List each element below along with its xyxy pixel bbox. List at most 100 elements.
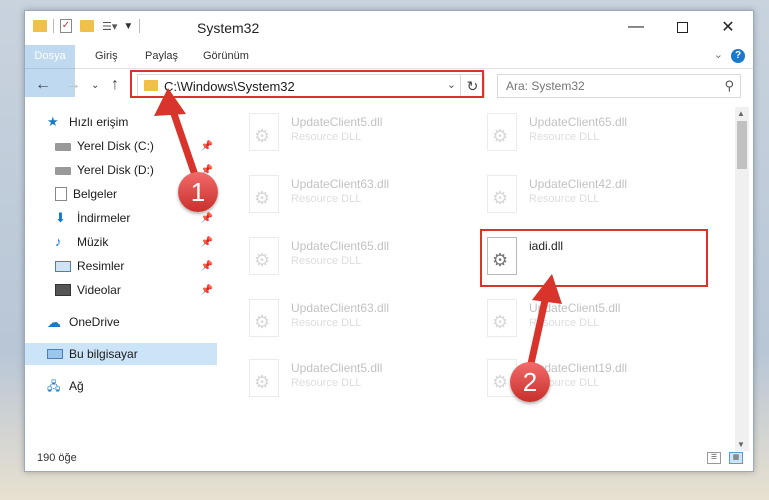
- file-item[interactable]: UpdateClient65.dll Resource DLL: [479, 107, 699, 159]
- maximize-button[interactable]: [659, 11, 705, 43]
- nav-item-quick-access[interactable]: ★ Hızlı erişim: [25, 111, 217, 133]
- file-name: UpdateClient65.dll: [291, 239, 390, 253]
- dll-file-icon: [249, 175, 279, 213]
- drive-icon: [55, 167, 71, 175]
- nav-item-music[interactable]: ♪ Müzik 📌: [25, 231, 217, 253]
- search-input[interactable]: [506, 79, 706, 93]
- file-name: UpdateClient63.dll: [291, 301, 390, 315]
- up-arrow-icon[interactable]: ↑: [111, 76, 119, 94]
- dll-file-icon: [249, 299, 279, 337]
- dll-file-icon: [249, 237, 279, 275]
- properties-icon[interactable]: ✓: [60, 19, 72, 33]
- star-icon: ★: [47, 114, 59, 129]
- dll-file-icon: [487, 299, 517, 337]
- nav-item-label: İndirmeler: [77, 211, 131, 225]
- cloud-icon: ☁: [47, 314, 61, 330]
- file-item[interactable]: UpdateClient5.dll Resource DLL: [241, 353, 461, 405]
- new-folder-icon[interactable]: [80, 20, 94, 32]
- close-icon: ✕: [721, 19, 735, 36]
- file-type: Resource DLL: [529, 131, 600, 143]
- file-name: UpdateClient63.dll: [291, 177, 390, 191]
- tab-share[interactable]: Paylaş: [135, 45, 188, 67]
- tab-view[interactable]: Görünüm: [193, 45, 259, 67]
- dropdown-icon[interactable]: ▼: [123, 21, 133, 32]
- dll-file-icon: [249, 359, 279, 397]
- file-type: Resource DLL: [291, 317, 362, 329]
- pin-icon[interactable]: 📌: [201, 213, 213, 224]
- window-title: System32: [197, 20, 260, 36]
- step-marker-1: 1: [178, 172, 218, 212]
- folder-icon[interactable]: [33, 20, 47, 32]
- tab-home[interactable]: Giriş: [85, 45, 128, 67]
- dll-file-icon: [249, 113, 279, 151]
- nav-item-label: Resimler: [77, 259, 125, 273]
- nav-item-label: Yerel Disk (D:): [77, 163, 154, 177]
- help-icon[interactable]: ?: [731, 49, 745, 63]
- nav-item-label: Videolar: [77, 283, 121, 297]
- divider: [139, 19, 141, 33]
- expand-ribbon-icon[interactable]: ⌄: [714, 48, 723, 61]
- nav-item-label: OneDrive: [69, 315, 120, 329]
- drive-icon: [55, 143, 71, 151]
- pin-icon[interactable]: 📌: [201, 285, 213, 296]
- minimize-button[interactable]: —: [613, 11, 659, 43]
- details-view-icon[interactable]: ☰: [707, 452, 721, 464]
- file-name: UpdateClient5.dll: [529, 301, 621, 315]
- nav-item-label: Hızlı erişim: [69, 115, 129, 129]
- file-name: UpdateClient42.dll: [529, 177, 628, 191]
- large-icons-view-icon[interactable]: ▦: [729, 452, 743, 464]
- file-name: UpdateClient5.dll: [291, 115, 383, 129]
- quick-access-toolbar: ✓ ☰▾ ▼: [33, 19, 146, 33]
- minimize-icon: —: [628, 18, 644, 35]
- pictures-icon: [55, 260, 71, 272]
- file-type: Resource DLL: [291, 377, 362, 389]
- file-type: Resource DLL: [291, 131, 362, 143]
- divider: [53, 19, 54, 33]
- pin-icon[interactable]: 📌: [201, 261, 213, 272]
- address-highlight-box: [130, 70, 484, 98]
- nav-item-downloads[interactable]: ⬇ İndirmeler 📌: [25, 207, 217, 229]
- nav-item-videos[interactable]: Videolar 📌: [25, 279, 217, 301]
- status-bar: 190 öğe ☰ ▦: [25, 447, 753, 471]
- nav-item-label: Yerel Disk (C:): [77, 139, 154, 153]
- nav-item-label: Müzik: [77, 235, 109, 249]
- file-type: Resource DLL: [291, 193, 362, 205]
- pin-icon[interactable]: 📌: [201, 141, 213, 152]
- file-item[interactable]: UpdateClient5.dll Resource DLL: [479, 293, 699, 345]
- scroll-up-icon[interactable]: ▲: [737, 109, 745, 118]
- forward-arrow-icon[interactable]: →: [65, 76, 81, 94]
- file-item[interactable]: UpdateClient65.dll Resource DLL: [241, 231, 461, 283]
- nav-item-label: Ağ: [69, 379, 84, 393]
- file-item[interactable]: UpdateClient5.dll Resource DLL: [241, 107, 461, 159]
- search-box[interactable]: ⚲: [497, 74, 741, 98]
- file-name: UpdateClient65.dll: [529, 115, 628, 129]
- dll-file-icon: [487, 113, 517, 151]
- file-item[interactable]: UpdateClient63.dll Resource DLL: [241, 169, 461, 221]
- nav-item-pictures[interactable]: Resimler 📌: [25, 255, 217, 277]
- search-icon: ⚲: [724, 78, 734, 93]
- maximize-icon: [676, 21, 688, 33]
- nav-item-onedrive[interactable]: ☁ OneDrive: [25, 311, 217, 333]
- step-marker-2: 2: [510, 362, 550, 402]
- scrollbar-thumb[interactable]: [737, 121, 747, 169]
- file-type: Resource DLL: [291, 255, 362, 267]
- file-item[interactable]: UpdateClient63.dll Resource DLL: [241, 293, 461, 345]
- document-icon: [55, 187, 67, 201]
- file-type: Resource DLL: [529, 317, 600, 329]
- nav-item-disk-c[interactable]: Yerel Disk (C:) 📌: [25, 135, 217, 157]
- title-bar: ✓ ☰▾ ▼ System32 — ✕: [25, 11, 753, 45]
- vertical-scrollbar[interactable]: ▲ ▼: [735, 107, 749, 451]
- close-button[interactable]: ✕: [705, 11, 751, 43]
- ribbon: Dosya Giriş Paylaş Görünüm ⌄ ?: [25, 45, 753, 97]
- recent-locations-icon[interactable]: ⌄: [91, 80, 99, 91]
- pin-icon[interactable]: 📌: [201, 237, 213, 248]
- file-item[interactable]: UpdateClient42.dll Resource DLL: [479, 169, 699, 221]
- file-type: Resource DLL: [529, 193, 600, 205]
- download-icon: ⬇: [55, 210, 66, 225]
- nav-item-this-pc[interactable]: Bu bilgisayar: [25, 343, 217, 365]
- file-name: UpdateClient5.dll: [291, 361, 383, 375]
- back-arrow-icon[interactable]: ←: [35, 76, 51, 94]
- nav-item-network[interactable]: 🖧 Ağ: [25, 375, 217, 397]
- customize-icon[interactable]: ☰▾: [102, 20, 117, 33]
- network-icon: 🖧: [47, 379, 61, 393]
